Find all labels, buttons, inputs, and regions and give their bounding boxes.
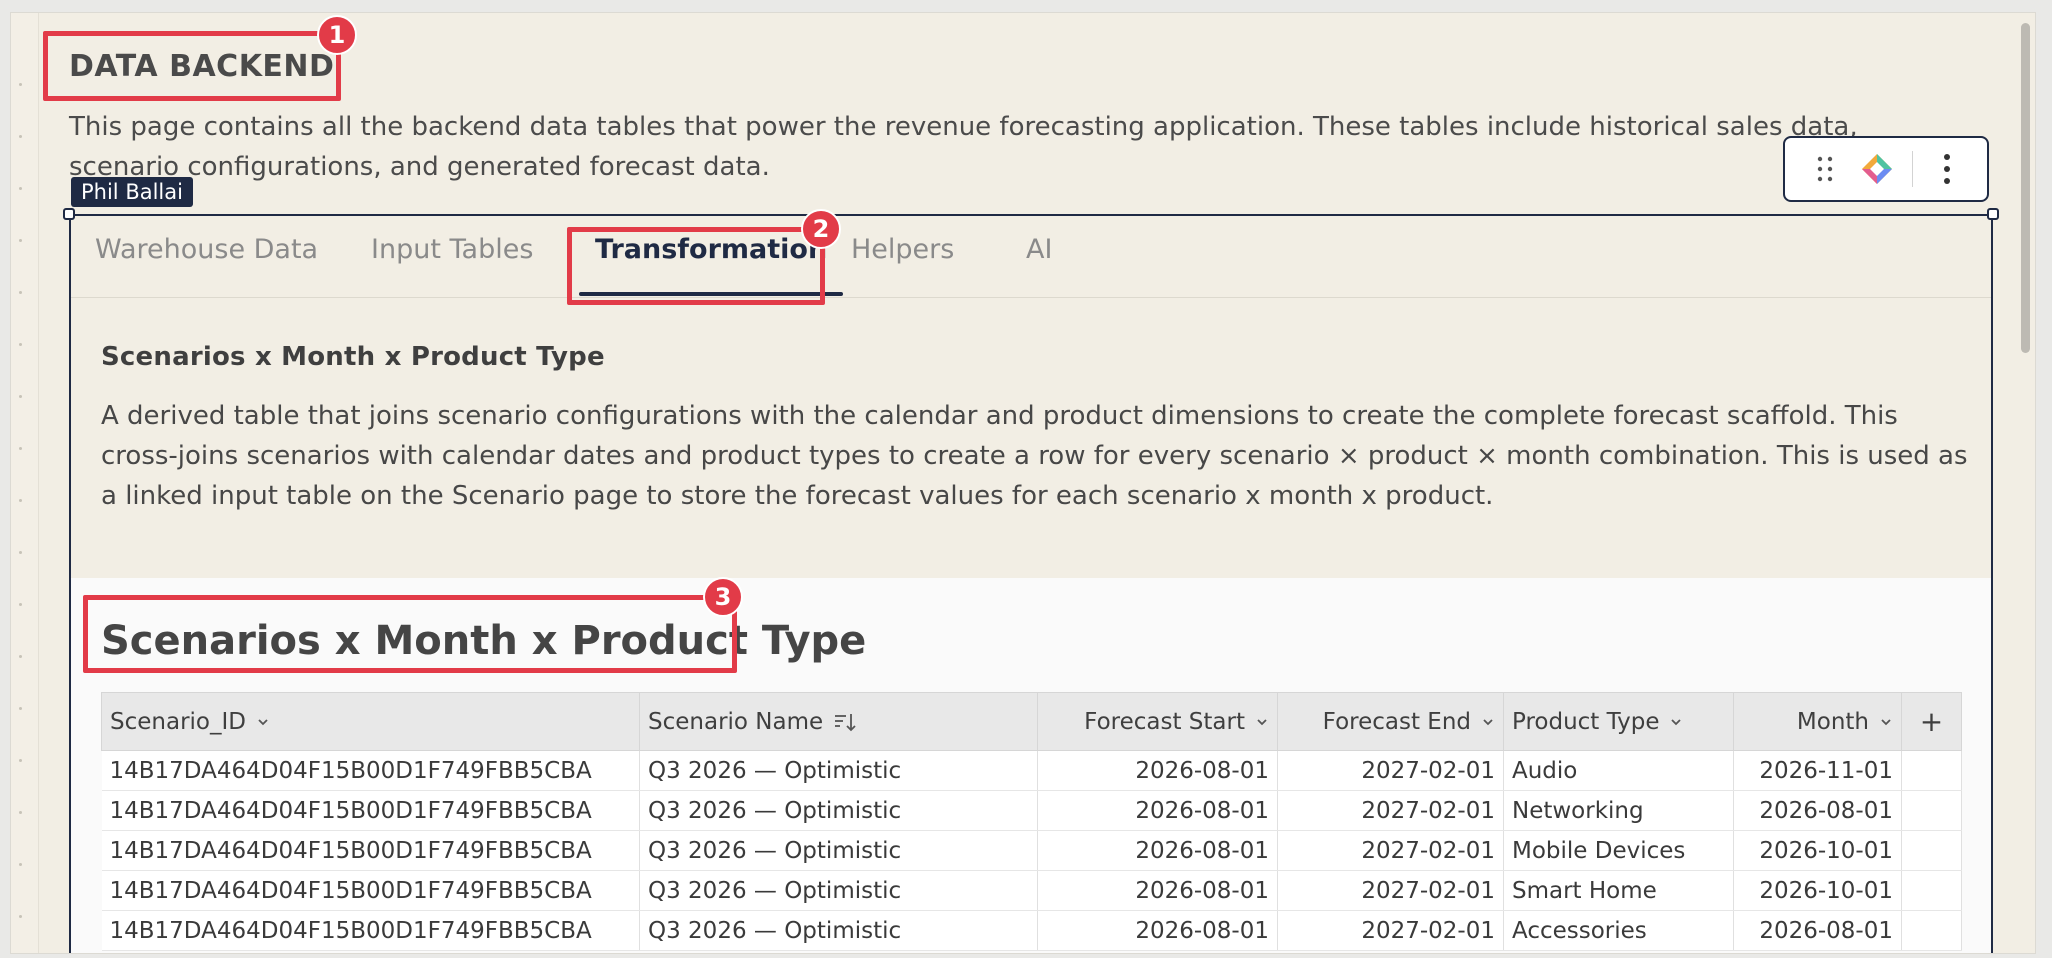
cell-forecast-start[interactable]: 2026-08-01 — [1037, 870, 1278, 911]
column-header-forecast-start[interactable]: Forecast Start — [1037, 692, 1278, 751]
page-heading: DATA BACKEND — [69, 49, 335, 84]
gutter-dot — [19, 551, 22, 554]
annotation-badge-1: 1 — [317, 15, 357, 55]
cell-forecast-end[interactable]: 2027-02-01 — [1277, 870, 1504, 911]
vertical-scrollbar[interactable] — [2013, 13, 2035, 953]
workbook-canvas: DATA BACKEND This page contains all the … — [10, 12, 2036, 954]
gutter-dot — [19, 655, 22, 658]
annotation-badge-3: 3 — [703, 577, 743, 617]
cell-forecast-start[interactable]: 2026-08-01 — [1037, 790, 1278, 831]
gutter-dot — [19, 811, 22, 814]
tab-ai[interactable]: AI — [1026, 234, 1052, 284]
cell-product-type[interactable]: Audio — [1503, 750, 1734, 791]
gutter-dot — [19, 707, 22, 710]
gutter-dot — [19, 239, 22, 242]
cell-forecast-start[interactable]: 2026-08-01 — [1037, 830, 1278, 871]
column-header-forecast-end[interactable]: Forecast End — [1277, 692, 1504, 751]
table-row[interactable]: 14B17DA464D04F15B00D1F749FBB5CBA Q3 2026… — [101, 790, 1962, 831]
table-row[interactable]: 14B17DA464D04F15B00D1F749FBB5CBA Q3 2026… — [101, 830, 1962, 871]
column-header-scenario-name[interactable]: Scenario Name — [639, 692, 1038, 751]
cell-scenario-id[interactable]: 14B17DA464D04F15B00D1F749FBB5CBA — [101, 830, 640, 871]
gutter-dot — [19, 395, 22, 398]
gutter-dot — [19, 863, 22, 866]
toolbar-divider — [1911, 151, 1913, 187]
annotation-badge-2: 2 — [801, 209, 841, 249]
cell-scenario-name[interactable]: Q3 2026 — Optimistic — [639, 910, 1038, 951]
cell-empty — [1901, 830, 1962, 871]
cell-forecast-start[interactable]: 2026-08-01 — [1037, 750, 1278, 791]
table-row[interactable]: 14B17DA464D04F15B00D1F749FBB5CBA Q3 2026… — [101, 750, 1962, 791]
tab-warehouse-data[interactable]: Warehouse Data — [95, 234, 318, 284]
cell-scenario-id[interactable]: 14B17DA464D04F15B00D1F749FBB5CBA — [101, 750, 640, 791]
drag-handle-icon[interactable] — [1807, 149, 1843, 189]
gutter-dot — [19, 759, 22, 762]
cell-forecast-end[interactable]: 2027-02-01 — [1277, 830, 1504, 871]
cell-month[interactable]: 2026-08-01 — [1733, 790, 1902, 831]
table-title: Scenarios x Month x Product Type — [101, 618, 867, 664]
cell-scenario-name[interactable]: Q3 2026 — Optimistic — [639, 830, 1038, 871]
chevron-down-icon[interactable] — [256, 715, 270, 729]
table-header-row: Scenario_ID Scenario Name Forecast Start… — [101, 692, 1962, 751]
tab-bar: Warehouse Data Input Tables Transformati… — [71, 216, 1991, 298]
section-title: Scenarios x Month x Product Type — [101, 342, 605, 372]
element-toolbar — [1783, 136, 1989, 202]
author-tag: Phil Ballai — [71, 177, 193, 207]
cell-scenario-id[interactable]: 14B17DA464D04F15B00D1F749FBB5CBA — [101, 790, 640, 831]
cell-scenario-id[interactable]: 14B17DA464D04F15B00D1F749FBB5CBA — [101, 870, 640, 911]
table-row[interactable]: 14B17DA464D04F15B00D1F749FBB5CBA Q3 2026… — [101, 870, 1962, 911]
table-row[interactable]: 14B17DA464D04F15B00D1F749FBB5CBA Q3 2026… — [101, 910, 1962, 951]
gutter-dot — [19, 915, 22, 918]
gutter-dot — [19, 135, 22, 138]
gutter-dot — [19, 83, 22, 86]
cell-forecast-end[interactable]: 2027-02-01 — [1277, 910, 1504, 951]
add-column-button[interactable]: + — [1901, 692, 1962, 751]
gutter-dot — [19, 499, 22, 502]
cell-forecast-start[interactable]: 2026-08-01 — [1037, 910, 1278, 951]
cell-product-type[interactable]: Networking — [1503, 790, 1734, 831]
column-header-scenario-id[interactable]: Scenario_ID — [101, 692, 640, 751]
column-header-month[interactable]: Month — [1733, 692, 1902, 751]
gutter-dot — [19, 291, 22, 294]
cell-month[interactable]: 2026-11-01 — [1733, 750, 1902, 791]
cell-product-type[interactable]: Accessories — [1503, 910, 1734, 951]
tab-transformation[interactable]: Transformation — [578, 234, 844, 296]
tab-helpers[interactable]: Helpers — [851, 234, 954, 284]
gutter-dot — [19, 447, 22, 450]
table-panel: Scenarios x Month x Product Type Scenari… — [71, 578, 1991, 953]
cell-scenario-name[interactable]: Q3 2026 — Optimistic — [639, 870, 1038, 911]
section-description: A derived table that joins scenario conf… — [101, 401, 1968, 511]
page-description: This page contains all the backend data … — [69, 112, 1858, 182]
cell-scenario-id[interactable]: 14B17DA464D04F15B00D1F749FBB5CBA — [101, 910, 640, 951]
scrollbar-thumb[interactable] — [2021, 23, 2030, 353]
cell-forecast-end[interactable]: 2027-02-01 — [1277, 750, 1504, 791]
more-vertical-icon[interactable] — [1929, 149, 1965, 189]
chevron-down-icon[interactable] — [1669, 715, 1683, 729]
chevron-down-icon[interactable] — [1879, 715, 1893, 729]
cell-month[interactable]: 2026-10-01 — [1733, 830, 1902, 871]
sort-descending-icon[interactable] — [833, 710, 857, 734]
data-table: Scenario_ID Scenario Name Forecast Start… — [101, 692, 1962, 951]
gem-icon[interactable] — [1859, 149, 1895, 189]
gutter-dot — [19, 603, 22, 606]
cell-month[interactable]: 2026-10-01 — [1733, 870, 1902, 911]
cell-empty — [1901, 910, 1962, 951]
chevron-down-icon[interactable] — [1255, 715, 1269, 729]
gutter-dot — [19, 187, 22, 190]
cell-month[interactable]: 2026-08-01 — [1733, 910, 1902, 951]
chevron-down-icon[interactable] — [1481, 715, 1495, 729]
cell-empty — [1901, 790, 1962, 831]
cell-product-type[interactable]: Mobile Devices — [1503, 830, 1734, 871]
left-gutter — [11, 13, 39, 953]
tabbed-container[interactable]: Warehouse Data Input Tables Transformati… — [63, 208, 1999, 953]
cell-product-type[interactable]: Smart Home — [1503, 870, 1734, 911]
cell-empty — [1901, 870, 1962, 911]
gutter-dot — [19, 343, 22, 346]
cell-empty — [1901, 750, 1962, 791]
cell-scenario-name[interactable]: Q3 2026 — Optimistic — [639, 790, 1038, 831]
cell-scenario-name[interactable]: Q3 2026 — Optimistic — [639, 750, 1038, 791]
column-header-product-type[interactable]: Product Type — [1503, 692, 1734, 751]
cell-forecast-end[interactable]: 2027-02-01 — [1277, 790, 1504, 831]
tab-input-tables[interactable]: Input Tables — [371, 234, 533, 284]
